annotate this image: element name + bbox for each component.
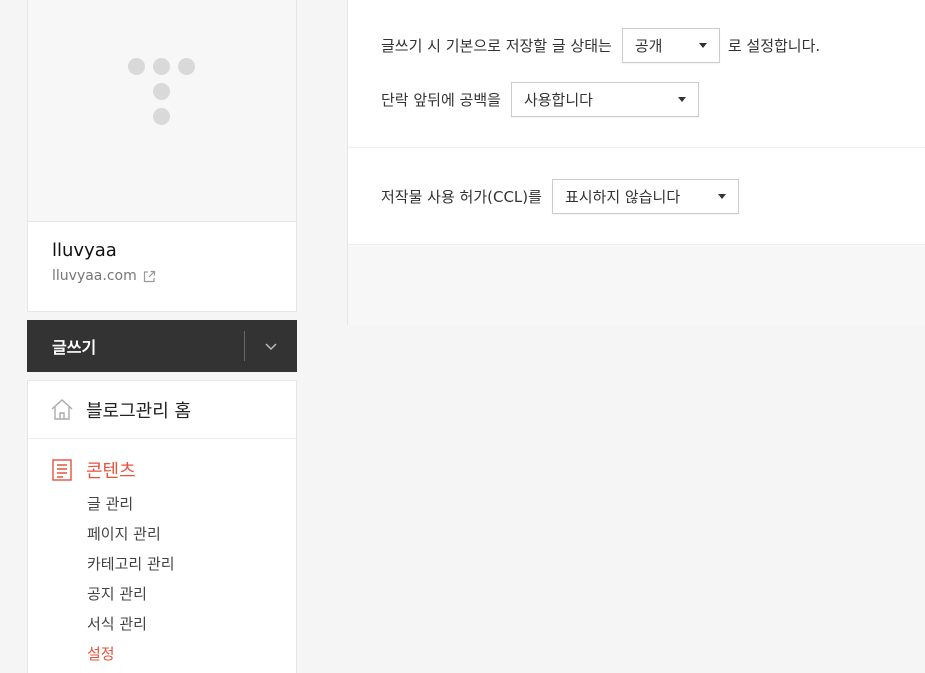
blog-info: lluvyaa lluvyaa.com bbox=[28, 222, 296, 302]
menu-section-content-header[interactable]: 콘텐츠 bbox=[50, 457, 274, 483]
default-status-value: 공개 bbox=[634, 37, 663, 55]
post-settings-section: 글쓰기 시 기본으로 저장할 글 상태는 공개 로 설정합니다. 단락 앞뒤에 … bbox=[348, 0, 925, 148]
menu-section-content: 콘텐츠 글 관리 페이지 관리 카테고리 관리 공지 관리 서식 관리 설정 bbox=[28, 439, 296, 669]
admin-menu: 블로그관리 홈 콘텐츠 글 관리 페이지 관리 카테고리 관리 공지 관리 서식… bbox=[27, 380, 297, 673]
ccl-settings-section: 저작물 사용 허가(CCL)를 표시하지 않습니다 bbox=[348, 148, 925, 245]
paragraph-spacing-select[interactable]: 사용합니다 bbox=[510, 82, 699, 117]
paragraph-spacing-value: 사용합니다 bbox=[523, 91, 593, 109]
chevron-down-icon bbox=[265, 342, 277, 350]
settings-footer bbox=[348, 245, 925, 325]
ccl-select[interactable]: 표시하지 않습니다 bbox=[551, 179, 739, 214]
menu-home[interactable]: 블로그관리 홈 bbox=[28, 381, 296, 439]
paragraph-spacing-row: 단락 앞뒤에 공백을 사용합니다 bbox=[381, 63, 925, 117]
submenu-item-template-manage[interactable]: 서식 관리 bbox=[87, 609, 274, 639]
menu-section-title: 콘텐츠 bbox=[86, 461, 136, 482]
default-status-select[interactable]: 공개 bbox=[621, 28, 720, 63]
submenu-item-page-manage[interactable]: 페이지 관리 bbox=[87, 519, 274, 549]
caret-down-icon bbox=[698, 43, 707, 48]
blog-name[interactable]: lluvyaa bbox=[52, 240, 272, 261]
house-icon bbox=[51, 398, 73, 420]
write-button[interactable]: 글쓰기 bbox=[27, 334, 244, 358]
default-status-prefix: 글쓰기 시 기본으로 저장할 글 상태는 bbox=[381, 37, 612, 55]
submenu-item-settings[interactable]: 설정 bbox=[87, 639, 274, 669]
ccl-prefix: 저작물 사용 허가(CCL)를 bbox=[381, 188, 542, 206]
settings-panel: 글쓰기 시 기본으로 저장할 글 상태는 공개 로 설정합니다. 단락 앞뒤에 … bbox=[347, 0, 925, 325]
submenu-item-category-manage[interactable]: 카테고리 관리 bbox=[87, 549, 274, 579]
write-bar: 글쓰기 bbox=[27, 320, 297, 372]
write-options-toggle[interactable] bbox=[245, 320, 297, 372]
default-status-suffix: 로 설정합니다. bbox=[727, 37, 821, 55]
default-status-row: 글쓰기 시 기본으로 저장할 글 상태는 공개 로 설정합니다. bbox=[381, 0, 925, 63]
submenu-item-notice-manage[interactable]: 공지 관리 bbox=[87, 579, 274, 609]
menu-home-label: 블로그관리 홈 bbox=[86, 400, 192, 422]
blog-url[interactable]: lluvyaa.com bbox=[52, 268, 137, 284]
document-icon bbox=[52, 459, 72, 481]
profile-card: lluvyaa lluvyaa.com bbox=[27, 0, 297, 312]
blog-url-link[interactable]: lluvyaa.com bbox=[52, 268, 272, 284]
content-submenu: 글 관리 페이지 관리 카테고리 관리 공지 관리 서식 관리 설정 bbox=[50, 489, 274, 669]
submenu-item-post-manage[interactable]: 글 관리 bbox=[87, 489, 274, 519]
caret-down-icon bbox=[717, 194, 726, 199]
profile-image[interactable] bbox=[28, 0, 296, 222]
paragraph-spacing-prefix: 단락 앞뒤에 공백을 bbox=[381, 91, 501, 109]
external-link-icon[interactable] bbox=[143, 270, 156, 283]
ccl-row: 저작물 사용 허가(CCL)를 표시하지 않습니다 bbox=[381, 148, 925, 214]
ccl-value: 표시하지 않습니다 bbox=[564, 188, 681, 206]
caret-down-icon bbox=[677, 97, 686, 102]
